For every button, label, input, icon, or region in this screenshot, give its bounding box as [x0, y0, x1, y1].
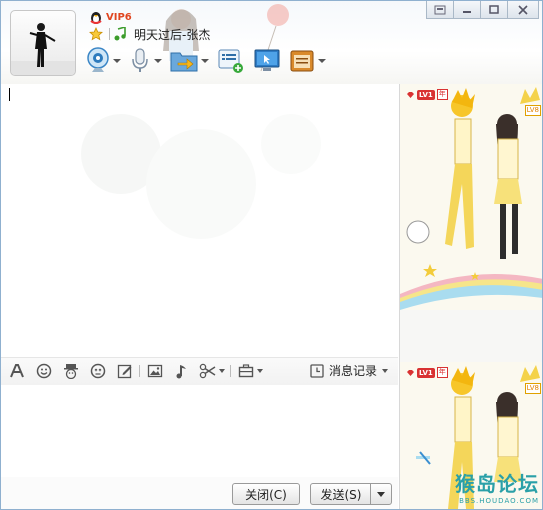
- window-controls: [426, 1, 539, 19]
- level-badge: LV1: [417, 89, 435, 100]
- status-row: 明天过后-张杰: [89, 26, 210, 42]
- remote-assist-button[interactable]: [253, 48, 281, 74]
- diamond-icon: [407, 91, 414, 98]
- text-caret: [9, 88, 10, 101]
- music-title[interactable]: 明天过后-张杰: [134, 26, 210, 43]
- star-icon[interactable]: [89, 27, 103, 41]
- scissors-icon: [199, 363, 216, 379]
- chat-window: VIP6 明天过后-张杰 消息记录 关闭(C) 发送(S) LV1 年 LV8 …: [0, 0, 543, 510]
- folder-send-icon: [170, 52, 198, 72]
- skin-button[interactable]: [426, 1, 454, 19]
- chevron-down-icon[interactable]: [318, 59, 326, 63]
- chevron-down-icon[interactable]: [257, 369, 263, 373]
- music-note-icon: [176, 365, 186, 379]
- chevron-down-icon[interactable]: [113, 59, 121, 63]
- panel-spacer: [400, 310, 542, 362]
- forum-watermark: 猴岛论坛 BBS.HOUDAO.COM: [455, 468, 539, 505]
- divider: [230, 365, 231, 377]
- close-icon: [518, 4, 528, 15]
- briefcase-icon: [238, 364, 254, 378]
- image-icon: [147, 364, 163, 378]
- chat-header: VIP6 明天过后-张杰: [1, 1, 542, 84]
- level-badge-group: LV1 年: [406, 367, 448, 378]
- doodle-button[interactable]: [117, 362, 133, 380]
- send-file-button[interactable]: [170, 49, 209, 73]
- toolbox-button[interactable]: [238, 362, 263, 380]
- my-show-image[interactable]: LV1 年 LV8 猴岛论坛 BBS.HOUDAO.COM: [400, 362, 542, 509]
- minimize-button[interactable]: [453, 1, 481, 19]
- smiley-icon: [36, 363, 52, 379]
- magic-emoji-button[interactable]: [63, 362, 79, 380]
- emoji-button[interactable]: [36, 362, 52, 380]
- divider: [139, 365, 140, 377]
- background-decoration: [81, 114, 321, 239]
- maximize-icon: [489, 4, 499, 14]
- edit-icon: [117, 364, 132, 379]
- anime-couple-illustration: [400, 84, 542, 310]
- contact-show-image[interactable]: LV1 年 LV8: [400, 84, 542, 310]
- lv-badge-right: LV8: [524, 383, 541, 394]
- discussion-icon: [218, 49, 243, 73]
- microphone-icon: [132, 48, 148, 72]
- music-button[interactable]: [174, 362, 190, 380]
- show-panel: LV1 年 LV8 LV1 年 LV8 猴岛论坛 BBS.HOUDAO.COM: [399, 84, 542, 509]
- close-button[interactable]: 关闭(C): [232, 483, 300, 505]
- chevron-down-icon[interactable]: [154, 59, 162, 63]
- chevron-down-icon: [377, 491, 385, 497]
- button-bar: 关闭(C) 发送(S): [1, 477, 398, 509]
- message-input[interactable]: [1, 385, 398, 477]
- vip-row: VIP6: [89, 9, 132, 25]
- year-badge: 年: [436, 89, 448, 100]
- video-call-button[interactable]: [86, 47, 121, 75]
- format-toolbar: 消息记录: [1, 357, 398, 386]
- watermark-title: 猴岛论坛: [455, 472, 539, 496]
- message-history-area[interactable]: [1, 84, 398, 356]
- hat-face-icon: [64, 364, 78, 379]
- level-badge: LV1: [417, 367, 435, 378]
- vip-level-label: VIP6: [106, 11, 132, 23]
- send-options-button[interactable]: [370, 483, 392, 505]
- remote-desktop-icon: [254, 49, 280, 71]
- chevron-down-icon[interactable]: [382, 368, 388, 373]
- divider: [109, 28, 110, 40]
- watermark-url: BBS.HOUDAO.COM: [459, 497, 539, 505]
- chat-toolbar: [86, 45, 334, 77]
- maximize-button[interactable]: [480, 1, 508, 19]
- chevron-down-icon[interactable]: [219, 369, 225, 373]
- create-discussion-button[interactable]: [217, 48, 245, 74]
- close-window-button[interactable]: [507, 1, 539, 19]
- qq-penguin-icon: [90, 11, 102, 24]
- message-history-button[interactable]: 消息记录: [310, 362, 388, 379]
- webcam-icon: [87, 47, 109, 72]
- app-box-icon: [290, 50, 314, 72]
- voice-call-button[interactable]: [129, 47, 162, 75]
- send-image-button[interactable]: [147, 362, 163, 380]
- shake-face-icon: [90, 363, 106, 379]
- message-history-label: 消息记录: [328, 364, 377, 378]
- chevron-down-icon[interactable]: [201, 59, 209, 63]
- shake-button[interactable]: [90, 362, 106, 380]
- screenshot-button[interactable]: [199, 362, 225, 380]
- music-note-icon: [114, 27, 126, 41]
- font-icon: [10, 364, 24, 378]
- send-button[interactable]: 发送(S): [310, 483, 372, 505]
- diamond-icon: [407, 369, 414, 376]
- contact-avatar[interactable]: [10, 10, 76, 76]
- skin-icon: [434, 5, 446, 14]
- app-box-button[interactable]: [289, 48, 326, 74]
- lv-badge-right: LV8: [524, 105, 541, 116]
- level-badge-group: LV1 年: [406, 89, 448, 100]
- font-button[interactable]: [9, 362, 25, 380]
- minimize-icon: [463, 10, 471, 13]
- year-badge: 年: [436, 367, 448, 378]
- clock-icon: [310, 363, 324, 378]
